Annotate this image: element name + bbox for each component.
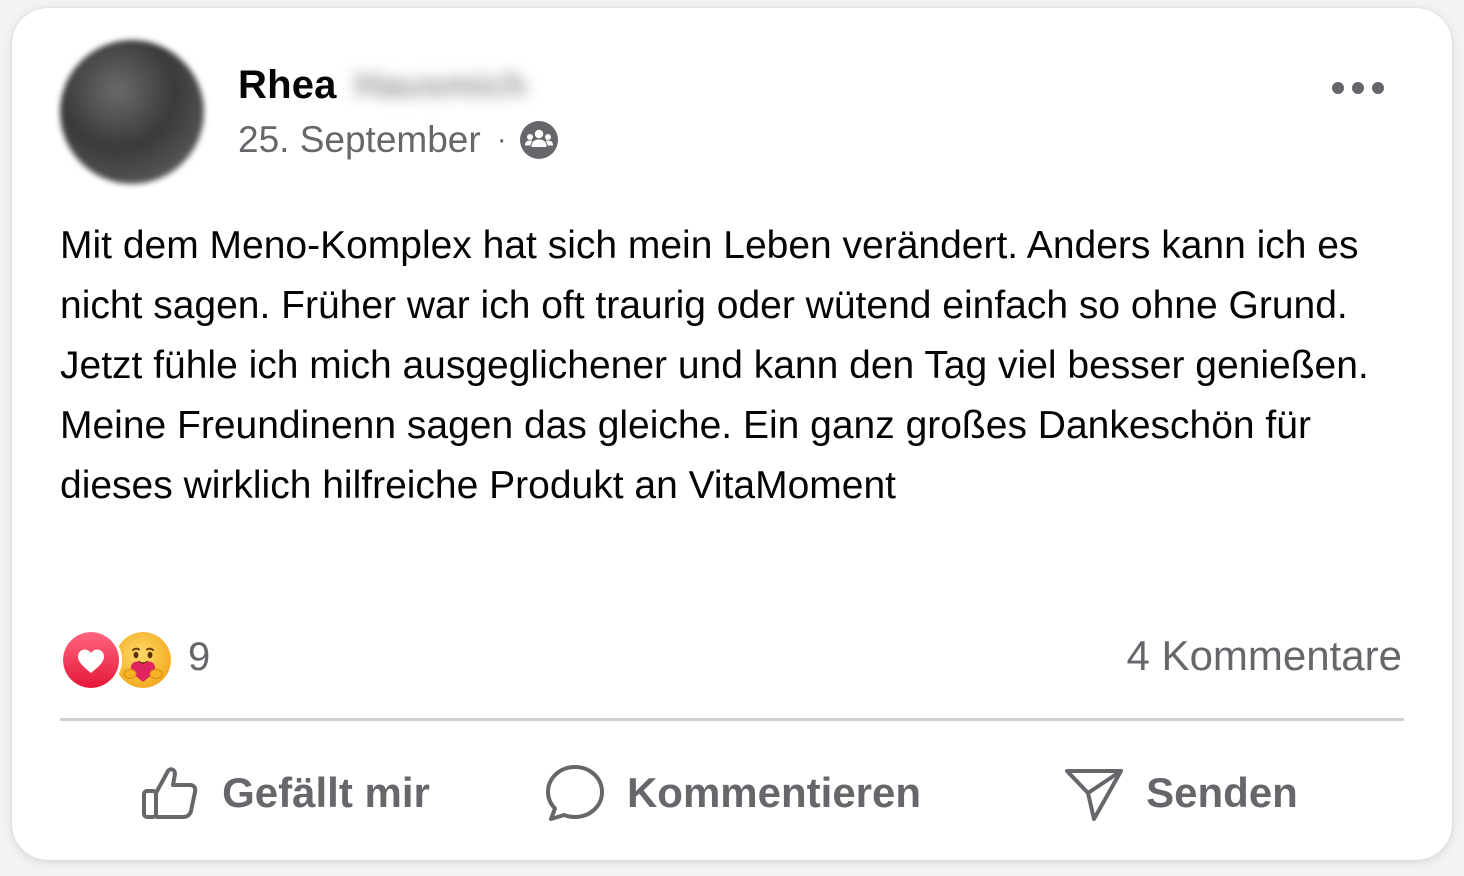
action-bar: Gefällt mir Kommentieren Senden [60, 738, 1404, 848]
like-button[interactable]: Gefällt mir [60, 738, 508, 848]
divider [60, 718, 1404, 721]
reactions-summary[interactable]: 9 [60, 626, 211, 691]
reaction-count: 9 [188, 634, 211, 679]
more-horizontal-icon [1332, 82, 1384, 94]
like-label: Gefällt mir [222, 769, 430, 816]
meta-separator: · [496, 123, 507, 156]
friends-icon[interactable] [519, 120, 559, 160]
author-row: Rhea Hausmich [238, 60, 527, 110]
send-label: Senden [1146, 769, 1298, 816]
send-icon [1065, 769, 1124, 821]
send-button[interactable]: Senden [956, 738, 1404, 848]
post-card: Rhea Hausmich 25. September · Mit dem Me… [12, 8, 1452, 860]
love-reaction-icon [60, 629, 122, 691]
more-options-button[interactable] [1326, 70, 1390, 106]
author-last-name-blurred: Hausmich [354, 64, 527, 105]
comments-count-link[interactable]: 4 Kommentare [1127, 628, 1402, 684]
post-date[interactable]: 25. September [238, 119, 481, 161]
reaction-icons [60, 627, 176, 691]
comment-button[interactable]: Kommentieren [508, 738, 956, 848]
comment-label: Kommentieren [626, 769, 922, 816]
author-name[interactable]: Rhea [238, 63, 337, 108]
avatar[interactable] [60, 40, 204, 184]
comment-bubble-icon [545, 765, 604, 821]
post-meta: 25. September · [238, 116, 559, 164]
post-text: Mit dem Meno-Komplex hat sich mein Leben… [60, 224, 1369, 507]
thumbs-up-icon [142, 767, 198, 819]
